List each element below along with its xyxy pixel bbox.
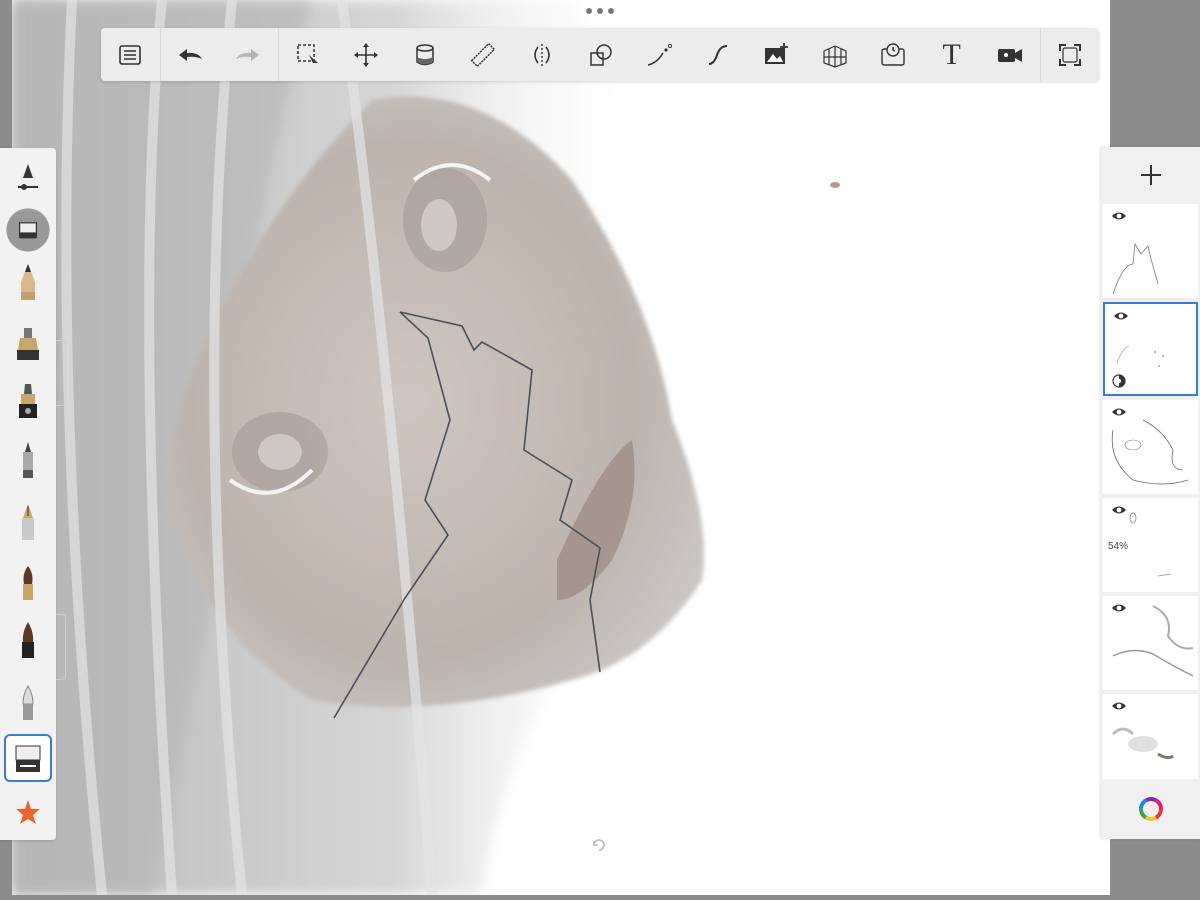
fill-icon xyxy=(416,43,434,65)
main-toolbar: T xyxy=(101,28,1099,81)
ballpoint-button[interactable] xyxy=(4,436,52,484)
brush-properties-button[interactable] xyxy=(4,154,52,202)
layer-2[interactable] xyxy=(1103,302,1198,396)
fullscreen-icon xyxy=(1058,43,1081,66)
brush-pen-button[interactable] xyxy=(4,616,52,664)
record-button[interactable] xyxy=(981,28,1040,81)
dot xyxy=(608,8,614,14)
selection-button[interactable] xyxy=(279,28,338,81)
airbrush-button[interactable] xyxy=(4,320,52,368)
layers-panel: 54% xyxy=(1101,147,1200,839)
time-lapse-icon xyxy=(881,42,905,66)
blend-mode-icon[interactable] xyxy=(1112,374,1126,388)
eye-icon[interactable] xyxy=(1111,406,1127,418)
favorites-button[interactable] xyxy=(4,788,52,836)
pencil-button[interactable] xyxy=(4,258,52,306)
artwork xyxy=(12,0,840,895)
perspective-button[interactable] xyxy=(805,28,864,81)
transform-button[interactable] xyxy=(337,28,396,81)
fullscreen-button[interactable] xyxy=(1041,28,1100,81)
pencil-icon xyxy=(21,264,35,300)
ballpoint-icon xyxy=(23,442,33,478)
eye-icon[interactable] xyxy=(1113,310,1129,322)
undo-button[interactable] xyxy=(161,28,220,81)
ink-pen-icon xyxy=(22,504,34,540)
marker-button[interactable] xyxy=(4,376,52,424)
perspective-icon xyxy=(823,44,847,68)
brush-palette xyxy=(0,148,56,840)
paintbrush-icon xyxy=(23,566,33,600)
hard-eraser-button[interactable] xyxy=(4,734,52,782)
color-wheel-icon xyxy=(1138,797,1163,821)
plus-icon xyxy=(1140,164,1161,185)
add-image-button[interactable] xyxy=(747,28,806,81)
layer-3[interactable] xyxy=(1103,400,1198,494)
redo-button[interactable] xyxy=(219,28,278,81)
layer-5[interactable] xyxy=(1103,596,1198,690)
dot xyxy=(586,8,592,14)
dot xyxy=(597,8,603,14)
eye-icon[interactable] xyxy=(1111,210,1127,222)
more-options-handle[interactable] xyxy=(586,4,614,18)
brush-group-bracket xyxy=(56,340,66,406)
drawing-canvas[interactable] xyxy=(12,0,1110,895)
soft-eraser-button[interactable] xyxy=(4,678,52,726)
eye-icon[interactable] xyxy=(1111,602,1127,614)
ink-pen-button[interactable] xyxy=(4,498,52,546)
brush-properties-icon xyxy=(18,164,38,190)
current-brush-button[interactable] xyxy=(4,206,52,254)
text-button[interactable]: T xyxy=(922,28,981,81)
layer-1[interactable] xyxy=(1103,204,1198,298)
current-brush-preview-icon xyxy=(6,208,50,252)
color-picker-button[interactable] xyxy=(1101,779,1200,839)
redo-icon xyxy=(236,48,260,61)
shapes-button[interactable] xyxy=(571,28,630,81)
symmetry-icon xyxy=(534,43,550,66)
layer-4[interactable]: 54% xyxy=(1103,498,1198,592)
transform-icon xyxy=(354,42,379,67)
layer-6[interactable] xyxy=(1103,694,1198,788)
ruler-icon xyxy=(471,42,496,67)
menu-button[interactable] xyxy=(101,28,160,81)
brush-group-bracket xyxy=(56,614,66,680)
airbrush-icon xyxy=(17,328,39,360)
selection-icon xyxy=(297,43,318,67)
ruler-button[interactable] xyxy=(454,28,513,81)
symmetry-button[interactable] xyxy=(513,28,572,81)
shapes-icon xyxy=(589,43,612,66)
time-lapse-button[interactable] xyxy=(864,28,923,81)
layer-opacity-label: 54% xyxy=(1108,541,1129,552)
fill-button[interactable] xyxy=(396,28,455,81)
add-layer-button[interactable] xyxy=(1101,147,1200,202)
hard-eraser-icon xyxy=(15,745,41,772)
marker-icon xyxy=(19,384,37,418)
steady-stroke-icon xyxy=(647,43,673,66)
steady-stroke-button[interactable] xyxy=(630,28,689,81)
text-icon: T xyxy=(942,37,961,71)
add-image-icon xyxy=(765,42,789,64)
undo-icon xyxy=(178,48,202,61)
curve-icon xyxy=(708,44,727,65)
curve-button[interactable] xyxy=(688,28,747,81)
eye-icon[interactable] xyxy=(1111,700,1127,712)
canvas-rotate-icon[interactable] xyxy=(590,836,608,854)
record-icon xyxy=(998,48,1023,62)
soft-eraser-icon xyxy=(22,685,34,720)
paintbrush-button[interactable] xyxy=(4,558,52,606)
menu-icon xyxy=(119,44,142,65)
favorites-star-icon xyxy=(16,800,40,824)
eye-icon[interactable] xyxy=(1111,504,1127,516)
brush-pen-icon xyxy=(22,622,34,658)
